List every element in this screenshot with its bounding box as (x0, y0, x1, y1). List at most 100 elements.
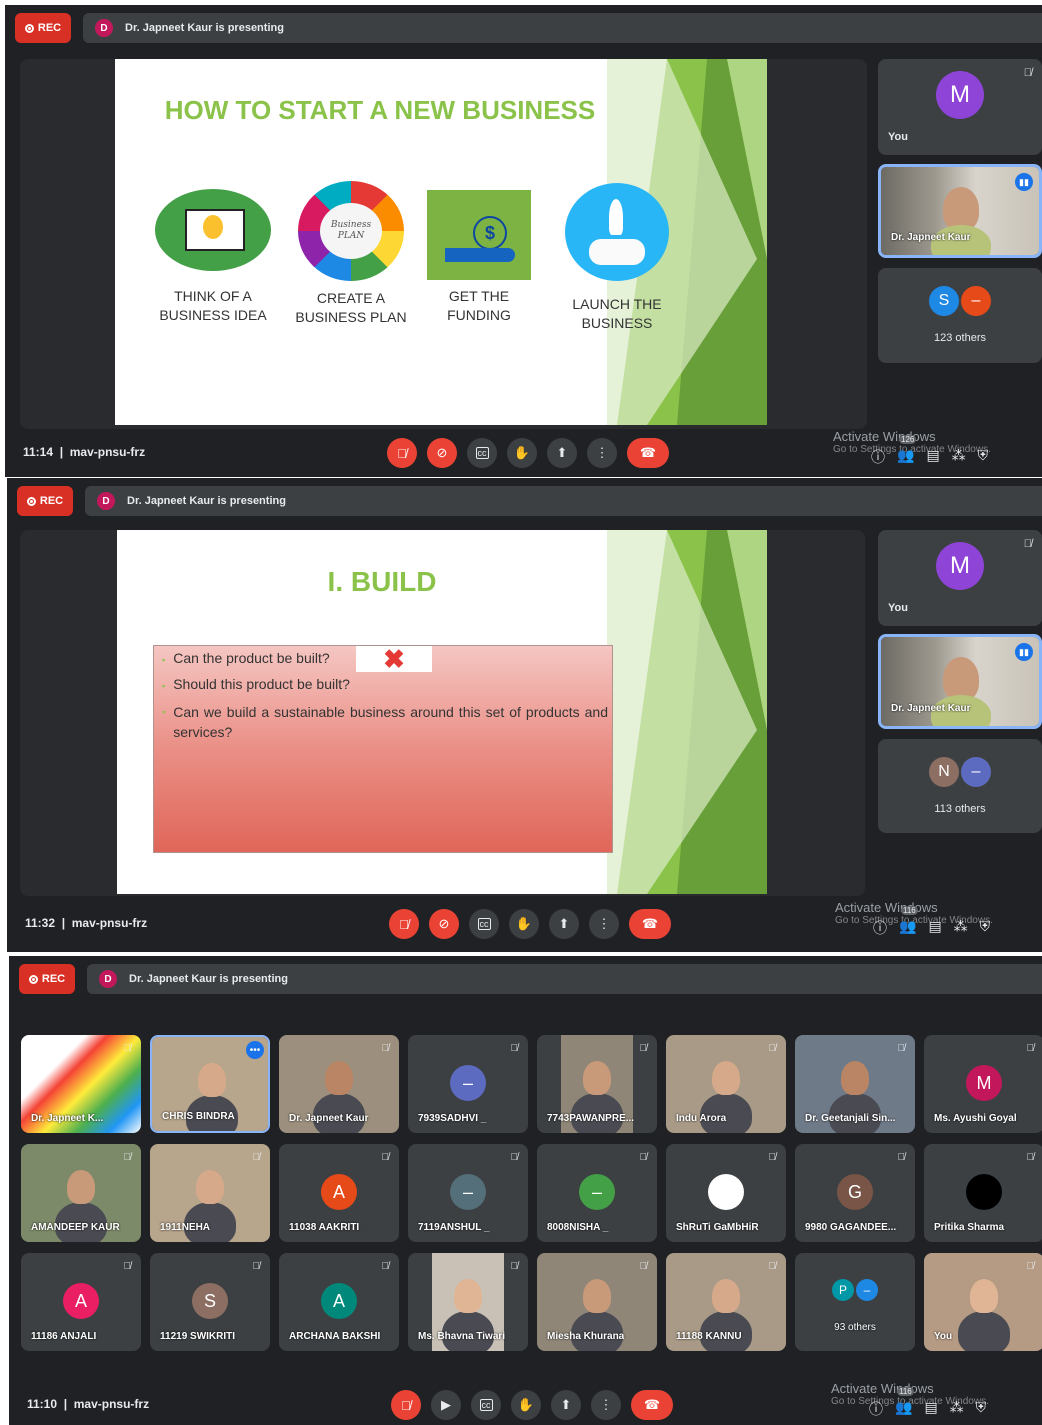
leave-call-button[interactable]: ☎ (631, 1390, 673, 1420)
participant-tile[interactable]: 🎙̸ You (924, 1253, 1042, 1351)
record-icon (24, 23, 34, 33)
participant-name: ShRuTi GaMbHiR (676, 1222, 759, 1233)
participant-tile[interactable]: 🎙̸ Dr. Geetanjali Sin... (795, 1035, 915, 1133)
participant-tile[interactable]: S 🎙̸ 11219 SWIKRITI (150, 1253, 270, 1351)
more-options-button[interactable]: ⋮ (591, 1390, 621, 1420)
participant-tile[interactable]: A 🎙̸ ARCHANA BAKSHI (279, 1253, 399, 1351)
chat-icon[interactable]: ▤ (926, 447, 939, 467)
participant-tile[interactable]: 🎙̸ 7743PAWANPRE... (537, 1035, 657, 1133)
mic-off-icon: 🎙̸ (381, 1043, 390, 1054)
mic-off-icon: 🎙̸ (401, 1397, 411, 1413)
host-controls-icon[interactable]: ⛨ (978, 447, 989, 467)
participant-avatar: A (321, 1283, 357, 1319)
participant-tile[interactable]: – 🎙̸ 7939SADHVI _ (408, 1035, 528, 1133)
chat-icon[interactable]: ▤ (928, 918, 941, 938)
participant-tile[interactable]: 🎙̸ Pritika Sharma (924, 1144, 1042, 1242)
participant-avatar: – (450, 1174, 486, 1210)
participant-avatar: – (579, 1174, 615, 1210)
presentation-stage: I. BUILD ▪ Can the product be built? ✖ ▪ S… (20, 530, 865, 896)
step-label: THINK OF A BUSINESS IDEA (159, 288, 267, 323)
host-controls-icon[interactable]: ⛨ (980, 918, 991, 938)
participant-name: 8008NISHA _ (547, 1222, 609, 1233)
raise-hand-button[interactable]: ✋ (507, 438, 537, 468)
mic-toggle-button[interactable]: 🎙̸ (391, 1390, 421, 1420)
activities-icon[interactable]: ⁂ (954, 918, 968, 938)
present-button[interactable]: ⬆ (547, 438, 577, 468)
participant-avatar: A (321, 1174, 357, 1210)
participant-tile[interactable]: P – 93 others (795, 1253, 915, 1351)
participant-name: 7939SADHVI _ (418, 1113, 487, 1124)
captions-button[interactable]: cc (469, 909, 499, 939)
speaker-tile[interactable]: ▮▮ Dr. Japneet Kaur (878, 634, 1042, 729)
raise-hand-button[interactable]: ✋ (511, 1390, 541, 1420)
mic-off-icon: 🎙̸ (639, 1152, 648, 1163)
participant-tile[interactable]: A 🎙̸ 11038 AAKRITI (279, 1144, 399, 1242)
participant-tile[interactable]: 🎙̸ Miesha Khurana (537, 1253, 657, 1351)
info-icon[interactable]: ⓘ (871, 447, 885, 467)
info-icon[interactable]: ⓘ (869, 1399, 883, 1419)
captions-button[interactable]: cc (471, 1390, 501, 1420)
camera-toggle-button[interactable]: ⊘ (429, 909, 459, 939)
participant-tile[interactable]: 🎙̸ ShRuTi GaMbHiR (666, 1144, 786, 1242)
present-button[interactable]: ⬆ (549, 909, 579, 939)
self-avatar: M (936, 71, 984, 119)
participant-tile[interactable]: M 🎙̸ Ms. Ayushi Goyal (924, 1035, 1042, 1133)
self-tile[interactable]: 🎙̸ M You (878, 530, 1042, 626)
participant-name: 11188 KANNU (676, 1331, 742, 1342)
participant-tile[interactable]: G 🎙̸ 9980 GAGANDEE... (795, 1144, 915, 1242)
presenting-text: Dr. Japneet Kaur is presenting (129, 973, 288, 985)
presenting-text: Dr. Japneet Kaur is presenting (125, 22, 284, 34)
participant-tile[interactable]: 🎙̸ Ms. Bhavna Tiwari (408, 1253, 528, 1351)
chat-icon[interactable]: ▤ (924, 1399, 937, 1419)
mic-toggle-button[interactable]: 🎙̸ (387, 438, 417, 468)
activities-icon[interactable]: ⁂ (950, 1399, 964, 1419)
speaker-name: Dr. Japneet Kaur (891, 703, 971, 714)
participant-tile[interactable]: A 🎙̸ 11186 ANJALI (21, 1253, 141, 1351)
hang-up-icon: ☎ (641, 916, 659, 931)
speaking-indicator-icon: ▮▮ (1015, 173, 1033, 191)
participant-name: ARCHANA BAKSHI (289, 1331, 381, 1342)
people-icon[interactable]: 👥 116 (895, 1387, 914, 1419)
participant-tile[interactable]: 🎙̸ Dr. Japneet Kaur (279, 1035, 399, 1133)
presentation-stage: HOW TO START A NEW BUSINESS THINK OF A B… (20, 59, 867, 429)
leave-call-button[interactable]: ☎ (629, 909, 671, 939)
camera-icon: ▶ (441, 1397, 451, 1412)
participant-tile[interactable]: 🎙̸ 11188 KANNU (666, 1253, 786, 1351)
participant-tile[interactable]: 🎙̸ AMANDEEP KAUR (21, 1144, 141, 1242)
more-options-icon[interactable]: ••• (246, 1041, 264, 1059)
participant-tile[interactable]: ••• CHRIS BINDRA (150, 1035, 270, 1133)
raise-hand-button[interactable]: ✋ (509, 909, 539, 939)
captions-button[interactable]: cc (467, 438, 497, 468)
self-tile[interactable]: 🎙̸ M You (878, 59, 1042, 155)
bullet-item: ▪ Should this product be built? (162, 676, 350, 692)
camera-toggle-button[interactable]: ⊘ (427, 438, 457, 468)
more-options-button[interactable]: ⋮ (587, 438, 617, 468)
participant-tile[interactable]: 🎙̸ 1911NEHA (150, 1144, 270, 1242)
others-count: 113 others (934, 803, 986, 815)
activities-icon[interactable]: ⁂ (952, 447, 966, 467)
others-tile[interactable]: S – 123 others (878, 268, 1042, 363)
others-tile[interactable]: N – 113 others (878, 739, 1042, 833)
others-avatar: P (832, 1279, 854, 1301)
present-icon: ⬆ (558, 916, 570, 931)
participant-tile[interactable]: 🎙̸ Dr. Japneet K... (21, 1035, 141, 1133)
funding-graphic: $ (427, 190, 531, 280)
record-icon (26, 496, 36, 506)
people-icon[interactable]: 👥 116 (899, 906, 918, 938)
step-label: LAUNCH THE BUSINESS (572, 296, 662, 331)
participant-tile[interactable]: – 🎙̸ 8008NISHA _ (537, 1144, 657, 1242)
leave-call-button[interactable]: ☎ (627, 438, 669, 468)
info-icon[interactable]: ⓘ (873, 918, 887, 938)
host-controls-icon[interactable]: ⛨ (976, 1399, 987, 1419)
present-button[interactable]: ⬆ (551, 1390, 581, 1420)
mic-toggle-button[interactable]: 🎙̸ (389, 909, 419, 939)
presenting-text: Dr. Japneet Kaur is presenting (127, 495, 286, 507)
more-options-button[interactable]: ⋮ (589, 909, 619, 939)
people-icon[interactable]: 👥 126 (897, 435, 917, 467)
participant-tile[interactable]: – 🎙̸ 7119ANSHUL _ (408, 1144, 528, 1242)
others-avatar: – (856, 1279, 878, 1301)
camera-toggle-button[interactable]: ▶ (431, 1390, 461, 1420)
participant-tile[interactable]: 🎙̸ Indu Arora (666, 1035, 786, 1133)
side-panel-controls: ⓘ 👥 116 ▤ ⁂ ⛨ (873, 906, 991, 938)
speaker-tile[interactable]: ▮▮ Dr. Japneet Kaur (878, 164, 1042, 258)
